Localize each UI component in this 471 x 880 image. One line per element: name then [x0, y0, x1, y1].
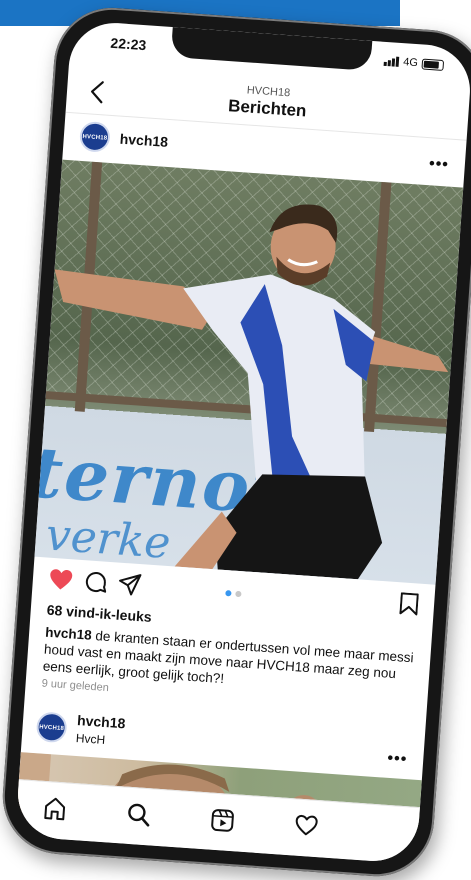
signal-icon	[383, 56, 400, 67]
carousel-indicator	[225, 590, 242, 598]
send-icon	[119, 574, 142, 596]
avatar[interactable]: HVCH18	[78, 120, 111, 153]
like-count[interactable]: 68 vind-ik-leuks	[46, 602, 152, 625]
avatar-label: HVCH18	[38, 724, 65, 733]
tab-search[interactable]	[126, 802, 154, 830]
tab-activity[interactable]	[293, 813, 321, 841]
comment-button[interactable]	[84, 570, 108, 598]
caption-text: de kranten staan er ondertussen vol mee …	[42, 627, 415, 687]
post-subtitle: HvcH	[75, 731, 106, 748]
avatar[interactable]: HVCH18	[35, 711, 68, 744]
player-figure	[54, 204, 449, 580]
home-icon	[44, 797, 66, 821]
comment-icon	[85, 572, 107, 593]
avatar-label: HVCH18	[82, 133, 108, 142]
like-button[interactable]	[48, 568, 74, 597]
post-timestamp: 9 uur geleden	[41, 677, 110, 695]
battery-icon	[421, 57, 445, 71]
phone-notch	[170, 27, 373, 71]
back-button[interactable]	[86, 79, 108, 104]
status-time: 22:23	[109, 34, 147, 54]
post-image[interactable]: ternoi verke	[34, 159, 464, 585]
caption-username[interactable]: hvch18	[45, 625, 92, 643]
heart-outline-icon	[295, 814, 318, 836]
chevron-left-icon	[90, 81, 104, 104]
post-username[interactable]: hvch18	[77, 712, 126, 731]
more-options-icon[interactable]: •••	[428, 155, 449, 174]
network-label: 4G	[402, 56, 419, 70]
bookmark-icon	[399, 592, 419, 616]
save-button[interactable]	[399, 592, 419, 620]
tab-home[interactable]	[42, 796, 70, 824]
share-button[interactable]	[118, 573, 142, 601]
phone-frame: 22:23 4G HVCH18 Berichten HVCH18 hvch18 …	[0, 3, 471, 880]
status-indicators: 4G	[383, 55, 445, 71]
phone-screen: 22:23 4G HVCH18 Berichten HVCH18 hvch18 …	[14, 19, 471, 865]
post-username[interactable]: hvch18	[119, 131, 168, 150]
heart-filled-icon	[50, 569, 73, 590]
more-options-icon[interactable]: •••	[387, 750, 408, 769]
search-icon	[128, 803, 150, 827]
tab-reels[interactable]	[210, 808, 238, 836]
reels-icon	[211, 809, 234, 832]
